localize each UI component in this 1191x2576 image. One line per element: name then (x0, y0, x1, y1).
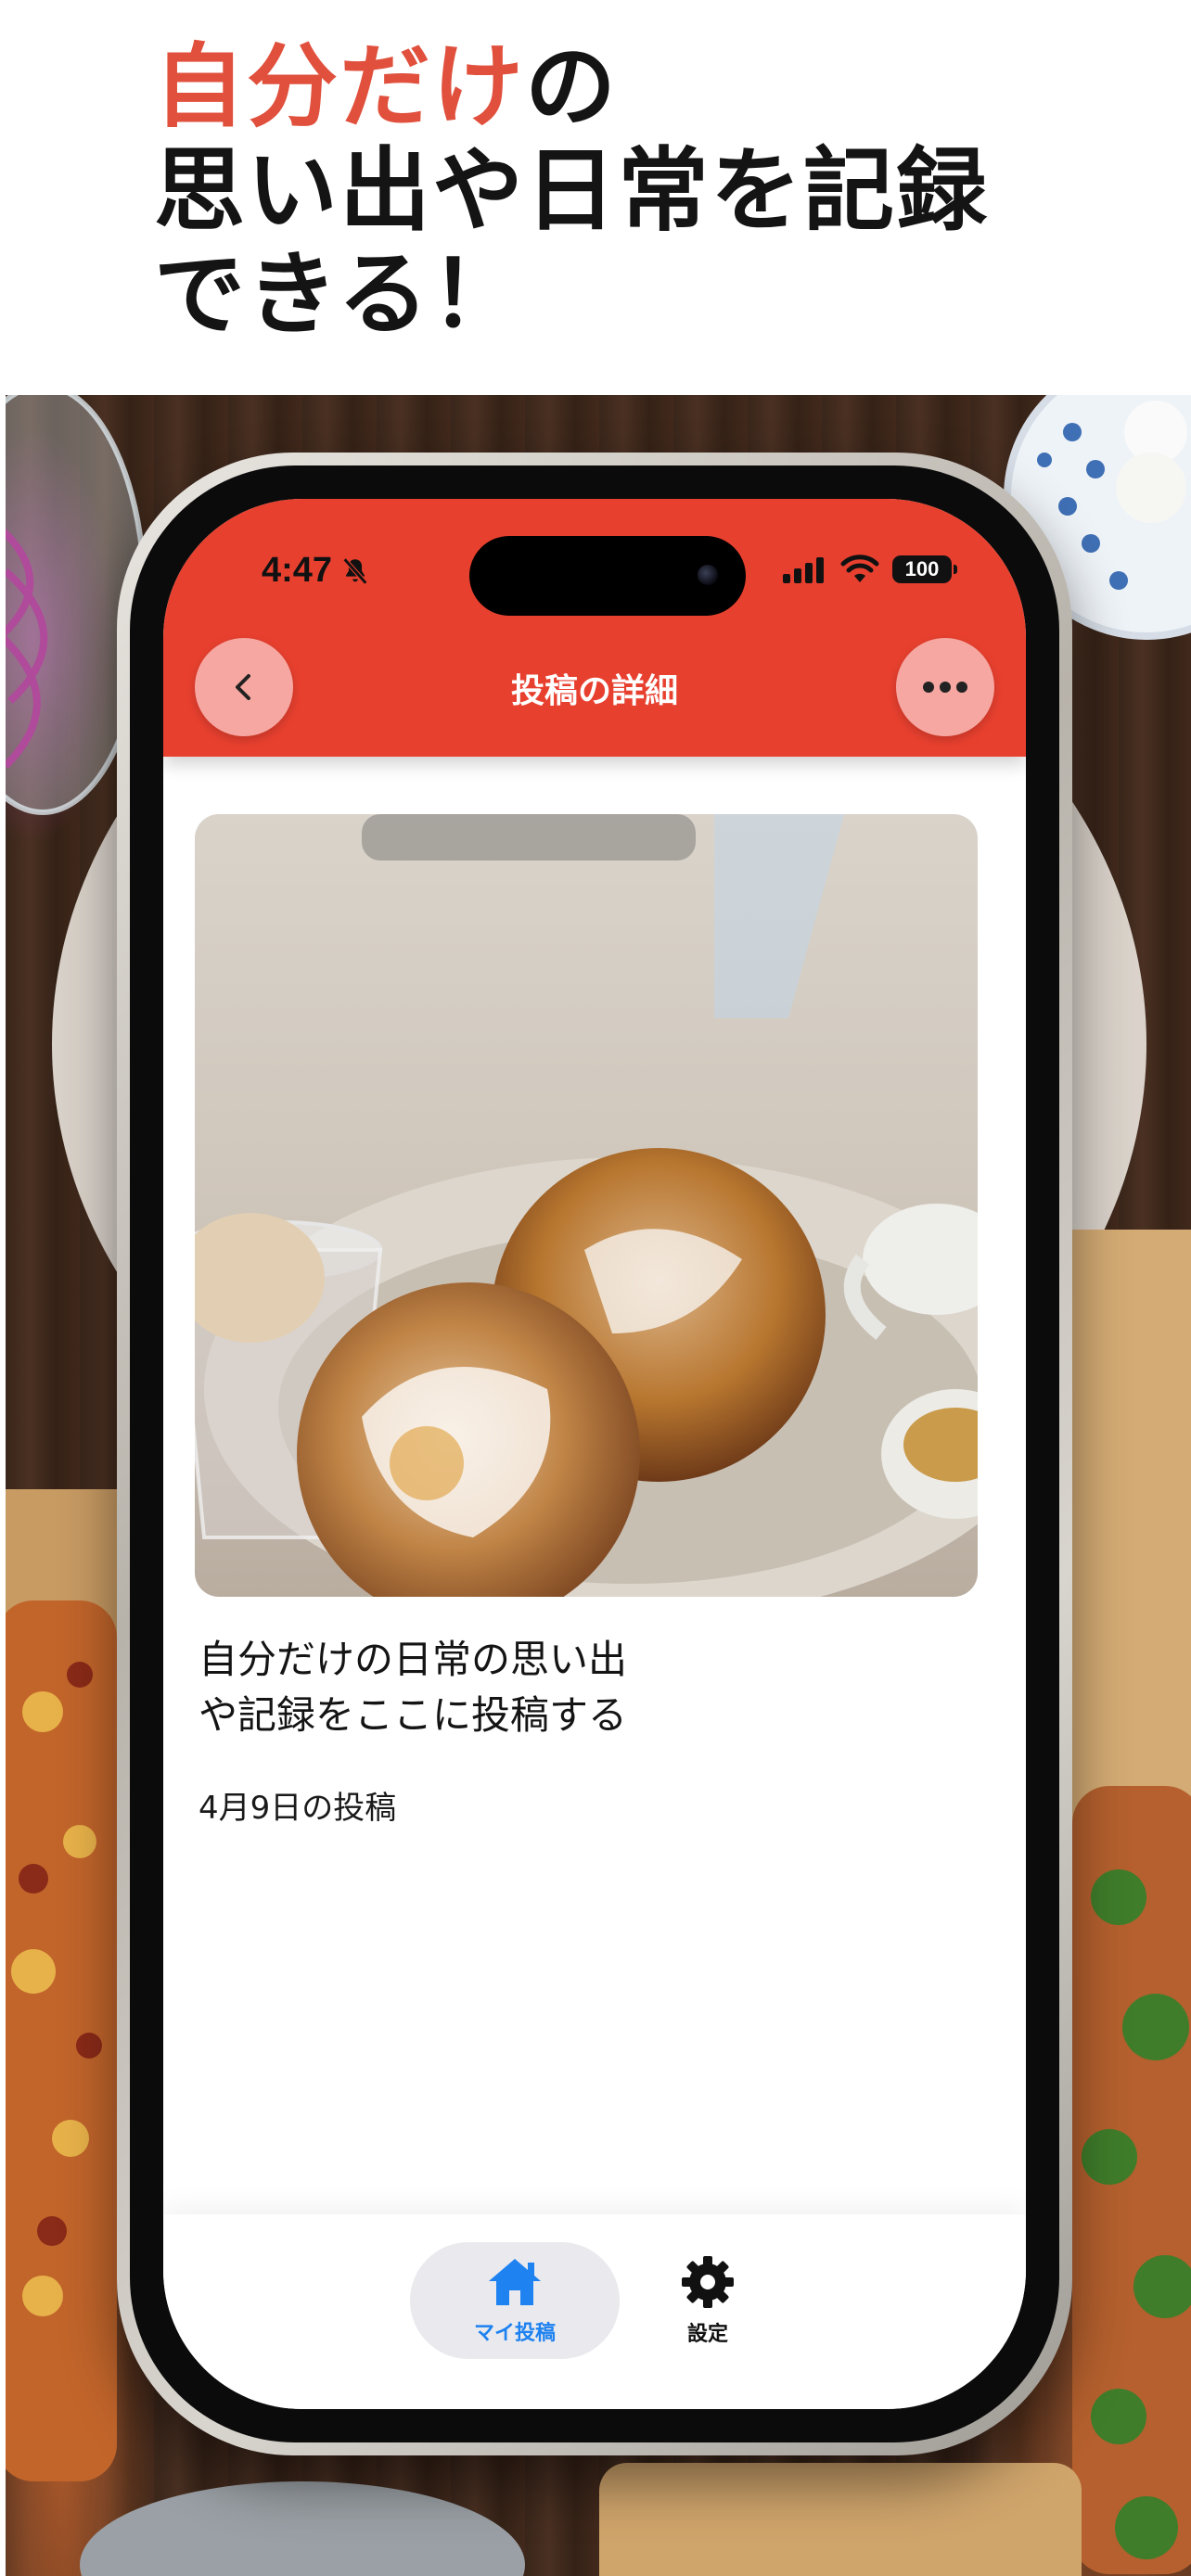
post-body-text: 自分だけの日常の思い出 や記録をここに投稿する (198, 1632, 699, 1743)
more-options-button[interactable] (896, 638, 994, 736)
headline-line-3: できる！ (154, 242, 524, 348)
cellular-signal-icon (783, 557, 824, 583)
post-text-line-2: や記録をここに投稿する (198, 1692, 628, 1738)
status-bar-indicators: 100 (783, 555, 957, 584)
headline-line-2: 思い出や日常を記録 (154, 138, 990, 244)
phone-frame: 4:47 100 投稿の詳細 自分だけの日常の思い出 や記録をここに投稿する 4… (117, 453, 1072, 2455)
dynamic-island (469, 536, 746, 616)
bottom-tab-bar: マイ投稿 設定 (163, 2214, 1026, 2409)
front-camera (698, 565, 718, 585)
phone-screen: 4:47 100 投稿の詳細 自分だけの日常の思い出 や記録をここに投稿する 4… (163, 499, 1026, 2409)
headline-line-1-rest: の (525, 34, 619, 140)
silent-bell-icon (342, 557, 368, 584)
status-time-text: 4:47 (262, 551, 333, 590)
battery-indicator: 100 (892, 555, 957, 583)
house-icon (489, 2259, 541, 2305)
tab-my-posts[interactable]: マイ投稿 (410, 2242, 620, 2359)
post-photo[interactable] (195, 814, 978, 1597)
post-text-line-1: 自分だけの日常の思い出 (198, 1637, 628, 1682)
french-toast-photo-icon (195, 814, 978, 1597)
post-date: 4月9日の投稿 (198, 1790, 397, 1827)
headline-line-1: 自分だけの (154, 35, 1128, 139)
promo-headline: 自分だけの 思い出や日常を記録 できる！ (154, 35, 1128, 347)
headline-accent: 自分だけ (154, 34, 526, 140)
wifi-icon (840, 555, 879, 582)
status-bar-time: 4:47 (262, 551, 371, 591)
tab-settings[interactable]: 設定 (638, 2242, 777, 2359)
phone-bezel: 4:47 100 投稿の詳細 自分だけの日常の思い出 や記録をここに投稿する 4… (130, 465, 1059, 2442)
ellipsis-icon (923, 682, 967, 693)
tab-settings-label: 設定 (686, 2323, 728, 2346)
gear-icon (682, 2256, 734, 2308)
app-header: 4:47 100 投稿の詳細 (163, 499, 1026, 757)
tab-my-posts-label: マイ投稿 (473, 2322, 556, 2345)
